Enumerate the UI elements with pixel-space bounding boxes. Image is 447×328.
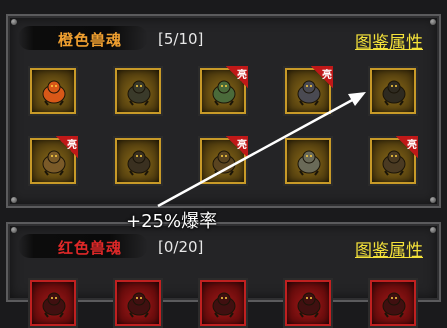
lit-badge: 亮 bbox=[226, 66, 248, 88]
soul-slot[interactable] bbox=[283, 278, 333, 328]
lit-badge-label: 亮 bbox=[237, 140, 247, 151]
bolt-decoration bbox=[11, 19, 17, 25]
section-header: 橙色兽魂 [5/10] 图鉴属性 bbox=[18, 24, 429, 53]
soul-slot[interactable] bbox=[113, 278, 163, 328]
soul-slot[interactable] bbox=[368, 278, 418, 328]
soul-slot[interactable] bbox=[28, 278, 78, 328]
collection-count: [5/10] bbox=[158, 30, 204, 48]
lit-badge-label: 亮 bbox=[237, 70, 247, 81]
bolt-decoration bbox=[430, 197, 436, 203]
section-title: 橙色兽魂 bbox=[58, 31, 123, 49]
bolt-decoration bbox=[430, 227, 436, 233]
soul-slot[interactable]: 亮 bbox=[198, 66, 248, 116]
orange-soul-panel: 橙色兽魂 [5/10] 图鉴属性 亮亮亮亮亮 bbox=[6, 14, 441, 208]
drop-rate-bonus-label: +25%爆率 bbox=[126, 211, 218, 232]
soul-slot[interactable] bbox=[113, 136, 163, 186]
soul-slot[interactable] bbox=[283, 136, 333, 186]
lit-badge: 亮 bbox=[226, 136, 248, 158]
lit-badge: 亮 bbox=[56, 136, 78, 158]
soul-slot[interactable]: 亮 bbox=[198, 136, 248, 186]
bolt-decoration bbox=[11, 227, 17, 233]
codex-attributes-link[interactable]: 图鉴属性 bbox=[355, 236, 423, 261]
codex-attributes-link[interactable]: 图鉴属性 bbox=[355, 28, 423, 53]
bolt-decoration bbox=[430, 19, 436, 25]
lit-badge: 亮 bbox=[311, 66, 333, 88]
red-soul-panel: 红色兽魂 [0/20] 图鉴属性 bbox=[6, 222, 441, 328]
section-title: 红色兽魂 bbox=[58, 239, 123, 257]
section-header: 红色兽魂 [0/20] 图鉴属性 bbox=[18, 232, 429, 261]
collection-count: [0/20] bbox=[158, 238, 204, 256]
soul-slot[interactable] bbox=[28, 66, 78, 116]
soul-slot[interactable]: 亮 bbox=[28, 136, 78, 186]
soul-slot[interactable] bbox=[198, 278, 248, 328]
lit-badge-label: 亮 bbox=[322, 70, 332, 81]
soul-slot[interactable] bbox=[368, 66, 418, 116]
soul-slot[interactable]: 亮 bbox=[368, 136, 418, 186]
soul-slot[interactable] bbox=[113, 66, 163, 116]
lit-badge-label: 亮 bbox=[67, 140, 77, 151]
bolt-decoration bbox=[11, 197, 17, 203]
soul-slot[interactable]: 亮 bbox=[283, 66, 333, 116]
lit-badge-label: 亮 bbox=[407, 140, 417, 151]
lit-badge: 亮 bbox=[396, 136, 418, 158]
